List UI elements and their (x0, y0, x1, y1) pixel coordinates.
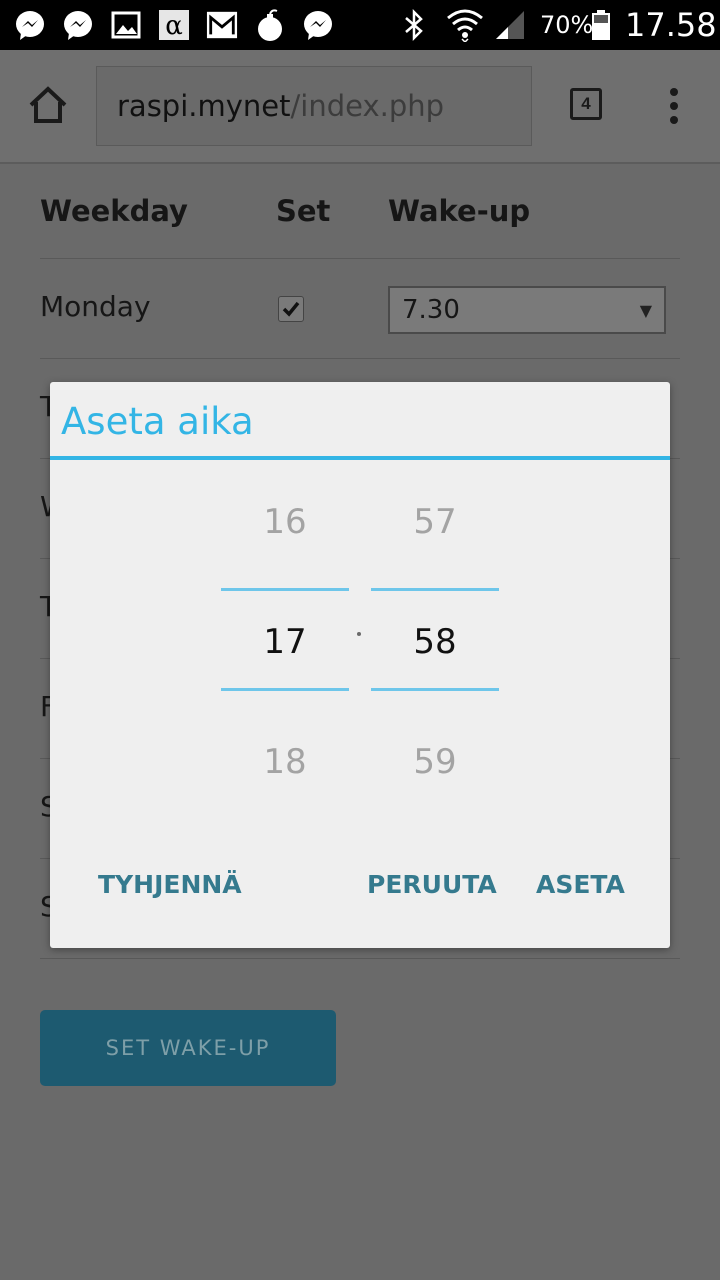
minute-selection-bottom-line (371, 688, 499, 691)
dropdown-arrow-icon: ▼ (639, 300, 652, 320)
svg-text:α: α (165, 11, 183, 41)
minute-prev[interactable]: 57 (371, 502, 499, 542)
messenger-icon (14, 9, 46, 41)
weekday-header: Weekday (40, 194, 188, 228)
hour-selection-bottom-line (221, 688, 349, 691)
row-divider (40, 258, 680, 259)
clear-button[interactable]: TYHJENNÄ (98, 870, 242, 899)
monday-wakeup-value: 7.30 (402, 295, 460, 325)
minute-next[interactable]: 59 (371, 742, 499, 782)
set-header: Set (276, 194, 331, 228)
hour-selected[interactable]: 17 (221, 622, 349, 662)
cancel-button[interactable]: PERUUTA (367, 870, 497, 899)
monday-wakeup-select[interactable]: 7.30 ▼ (388, 286, 666, 334)
minute-selection-top-line (371, 588, 499, 591)
battery-icon (590, 9, 612, 41)
bomb-icon (254, 9, 286, 41)
wakeup-header: Wake-up (388, 194, 531, 228)
time-picker-dialog: Aseta aika 16 17 18 57 58 59 TYHJENNÄ PE… (50, 382, 670, 948)
status-bar: α 70% 17.58 (0, 0, 720, 50)
hour-next[interactable]: 18 (221, 742, 349, 782)
tab-switcher-button[interactable]: 4 (570, 88, 602, 120)
gallery-icon (110, 9, 142, 41)
signal-icon (494, 9, 526, 41)
minute-selected[interactable]: 58 (371, 622, 499, 662)
row-divider (40, 358, 680, 359)
day-label-monday: Monday (40, 290, 151, 323)
home-icon[interactable] (27, 84, 69, 126)
messenger-icon (302, 9, 334, 41)
clock: 17.58 (625, 6, 717, 44)
dialog-title-divider (50, 456, 670, 460)
address-bar[interactable]: raspi.mynet/index.php (96, 66, 532, 146)
hour-selection-top-line (221, 588, 349, 591)
set-button[interactable]: ASETA (536, 870, 625, 899)
dialog-title: Aseta aika (61, 400, 254, 443)
browser-toolbar: raspi.mynet/index.php 4 (0, 50, 720, 164)
row-divider (40, 958, 680, 959)
messenger-icon (62, 9, 94, 41)
gmail-icon (206, 9, 238, 41)
wifi-icon (446, 9, 484, 42)
alpha-app-icon: α (158, 9, 190, 41)
bluetooth-icon (398, 9, 430, 41)
url-path: /index.php (290, 89, 445, 123)
checkmark-icon (282, 301, 300, 317)
hour-prev[interactable]: 16 (221, 502, 349, 542)
battery-percent: 70% (540, 11, 594, 39)
set-wakeup-button[interactable]: SET WAKE-UP (40, 1010, 336, 1086)
overflow-menu-icon[interactable] (668, 88, 680, 124)
url-host: raspi.mynet (117, 89, 291, 123)
monday-set-checkbox[interactable] (278, 296, 304, 322)
time-separator (357, 632, 361, 636)
